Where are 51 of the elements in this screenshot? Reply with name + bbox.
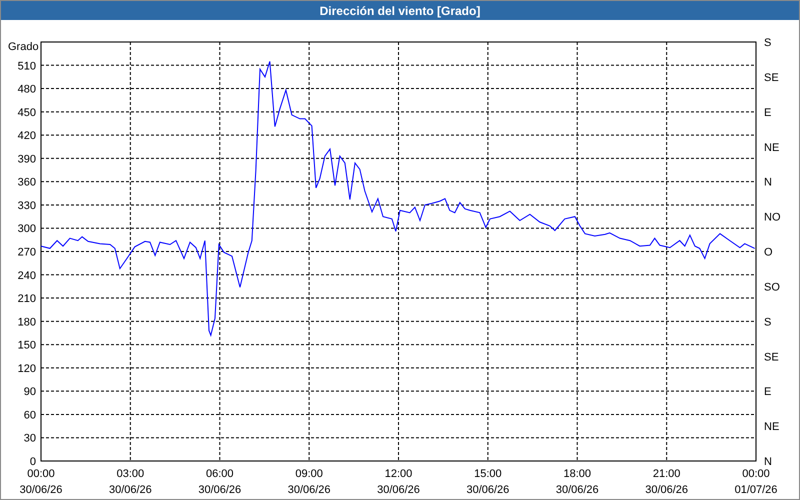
- compass-label: SE: [764, 72, 779, 84]
- compass-label: E: [764, 106, 772, 119]
- y-axis-label: 360: [18, 176, 36, 189]
- time-label: 18:00: [563, 468, 592, 480]
- y-axis-label: 30: [24, 432, 36, 445]
- y-axis-label: 270: [18, 246, 36, 258]
- time-label: 06:00: [206, 468, 234, 480]
- y-axis-label: 150: [18, 340, 36, 352]
- compass-label: N: [764, 456, 772, 468]
- y-axis-label: 0: [30, 456, 36, 468]
- y-axis-label: 180: [18, 316, 36, 328]
- date-label: 30/06/26: [198, 484, 242, 496]
- date-label: 30/06/26: [645, 484, 688, 496]
- y-axis-label: 480: [18, 84, 36, 96]
- time-label: 15:00: [474, 468, 502, 480]
- date-label: 30/06/26: [466, 484, 510, 496]
- y-axis-label: 450: [18, 106, 36, 119]
- axis-title: Grado: [8, 41, 39, 53]
- y-axis-label: 300: [18, 223, 36, 236]
- y-axis-label: 120: [18, 362, 36, 375]
- compass-label: SE: [764, 351, 779, 364]
- compass-label: SO: [764, 281, 780, 294]
- date-label: 30/06/26: [556, 484, 599, 496]
- y-axis-label: 60: [24, 409, 36, 422]
- compass-label: N: [764, 176, 772, 189]
- date-label: 30/06/26: [288, 484, 331, 496]
- date-label: 30/06/26: [108, 484, 152, 496]
- y-axis-label: 390: [18, 153, 36, 166]
- y-axis-label: 210: [18, 293, 36, 306]
- y-axis-label: 330: [18, 200, 36, 212]
- y-axis-label: 90: [24, 386, 36, 398]
- compass-label: S: [764, 316, 772, 328]
- window-title: Dirección del viento [Grado]: [1, 1, 799, 20]
- compass-label: E: [764, 386, 772, 398]
- compass-label: O: [764, 246, 773, 258]
- time-label: 21:00: [652, 468, 680, 480]
- time-label: 12:00: [384, 468, 412, 480]
- y-axis-label: 420: [18, 130, 36, 142]
- y-axis-label: 510: [18, 60, 36, 72]
- y-axis-label: 240: [18, 270, 36, 282]
- compass-label: NE: [764, 421, 780, 434]
- date-label: 30/06/26: [377, 484, 420, 496]
- date-label: 01/07/26: [734, 484, 778, 496]
- compass-label: NO: [764, 212, 780, 224]
- time-label: 00:00: [27, 468, 55, 480]
- compass-label: S: [764, 37, 772, 49]
- date-label: 30/06/26: [20, 484, 62, 496]
- time-label: 09:00: [295, 468, 323, 480]
- time-label: 00:00: [742, 468, 770, 480]
- compass-label: NE: [764, 142, 780, 154]
- time-label: 03:00: [116, 468, 144, 480]
